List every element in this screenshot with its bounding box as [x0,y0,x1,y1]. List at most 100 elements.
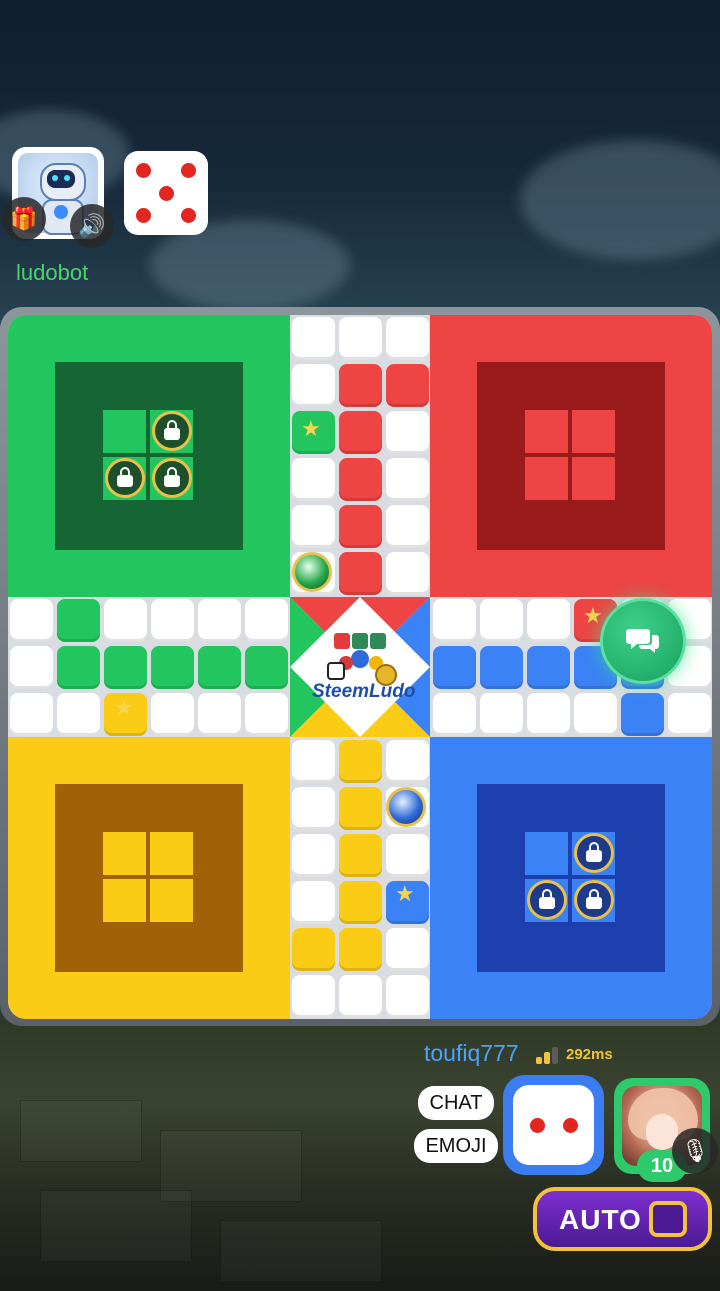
emoji-pill-button[interactable]: EMOJI [414,1129,498,1163]
track-cell [292,834,335,877]
track-cell [292,505,335,548]
roll-dice-button[interactable] [503,1075,604,1175]
opponent-dice [124,151,208,235]
track-cell [292,928,335,971]
track-cell [10,646,53,689]
track-cell [386,364,429,407]
track-cell [292,787,335,830]
track-cell [151,646,194,689]
lock-icon [164,467,180,487]
track-cell [245,693,288,736]
locked-token-green[interactable] [152,411,192,451]
track-cell [527,599,570,642]
lock-icon [539,889,555,909]
ground-tile [20,1100,142,1162]
opponent-name: ludobot [16,260,89,285]
track-cell [386,411,429,454]
track-cell [10,599,53,642]
lock-icon [164,420,180,440]
track-cell [245,646,288,689]
home-green [8,315,290,597]
track-cell [433,646,476,689]
track-cell [57,646,100,689]
track-cell [339,364,382,407]
home-blue [430,737,712,1019]
track-cell [668,693,711,736]
gift-icon[interactable]: 🎁 [2,197,46,241]
track-cell [386,834,429,877]
auto-play-toggle[interactable]: AUTO [533,1187,712,1251]
track-cell [480,599,523,642]
track-cell [339,881,382,924]
track-cell [339,552,382,595]
lock-icon [117,467,133,487]
track-cell [292,317,335,360]
track-cell [198,599,241,642]
speaker-icon[interactable]: 🔊 [70,204,114,248]
safe-star-icon: ★ [395,881,415,906]
track-cell [339,787,382,830]
track-cell [621,693,664,736]
track-cell [151,599,194,642]
logo-text: SteemLudo [312,681,416,702]
track-cell [386,975,429,1018]
signal-icon [536,1046,562,1064]
track-cell [527,646,570,689]
ping-label: 292ms [566,1046,613,1063]
track-cell [386,317,429,360]
track-cell [433,693,476,736]
auto-checkbox[interactable] [649,1201,687,1237]
track-cell [339,928,382,971]
lock-icon [586,889,602,909]
track-cell [10,693,53,736]
token-green[interactable] [292,552,332,592]
safe-star-icon: ★ [301,416,321,441]
track-cell [57,599,100,642]
track-cell [386,928,429,971]
track-cell [57,693,100,736]
track-cell [292,975,335,1018]
track-cell [245,599,288,642]
track-cell [339,834,382,877]
track-cell [339,411,382,454]
locked-token-blue[interactable] [574,833,614,873]
home-yellow [8,737,290,1019]
safe-star-icon: ★ [114,695,134,720]
track-cell [151,693,194,736]
locked-token-blue[interactable] [527,880,567,920]
locked-token-green[interactable] [105,458,145,498]
lock-icon [586,842,602,862]
microphone-icon[interactable]: 🎙 [672,1128,718,1174]
safe-star-icon: ★ [583,603,603,628]
track-cell [480,646,523,689]
track-cell [339,740,382,783]
chat-button[interactable] [600,598,686,684]
track-cell [292,740,335,783]
track-cell [292,458,335,501]
track-cell [339,458,382,501]
track-cell [104,599,147,642]
chat-pill-button[interactable]: CHAT [418,1086,494,1120]
track-cell [386,458,429,501]
ground-tile [40,1190,192,1262]
track-cell [386,740,429,783]
player-name: toufiq777 [424,1040,519,1066]
cloud [520,140,720,260]
track-cell [527,693,570,736]
track-cell [480,693,523,736]
track-cell [198,646,241,689]
track-cell [339,975,382,1018]
track-cell [386,505,429,548]
ground-tile [220,1220,382,1282]
track-cell [339,505,382,548]
track-cell [198,693,241,736]
locked-token-green[interactable] [152,458,192,498]
track-cell [292,881,335,924]
chat-bubbles-icon [626,629,659,653]
track-cell [104,646,147,689]
locked-token-blue[interactable] [574,880,614,920]
track-cell [433,599,476,642]
token-blue[interactable] [386,787,426,827]
player-dice [513,1085,594,1165]
track-cell [574,693,617,736]
